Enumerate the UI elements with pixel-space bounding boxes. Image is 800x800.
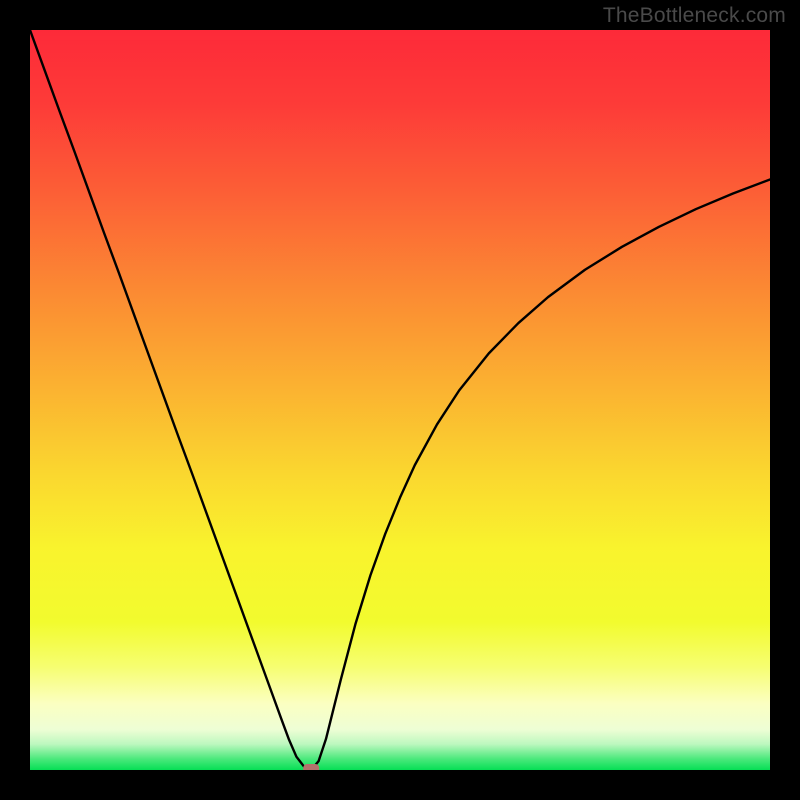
watermark-text: TheBottleneck.com [603,4,786,28]
bottleneck-chart [30,30,770,770]
chart-frame: TheBottleneck.com [0,0,800,800]
minimum-marker [303,764,319,770]
chart-background [30,30,770,770]
